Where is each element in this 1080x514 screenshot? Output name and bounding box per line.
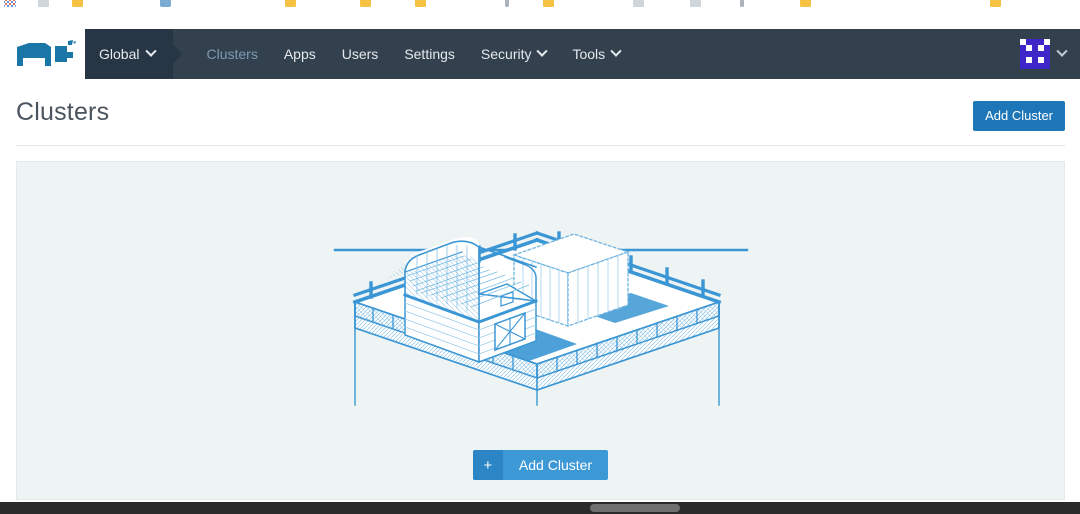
context-switcher[interactable]: Global	[85, 29, 183, 79]
context-switcher-label: Global	[99, 46, 140, 62]
nav-link-apps[interactable]: Apps	[271, 29, 329, 79]
nav-link-label: Users	[341, 46, 379, 62]
user-menu[interactable]	[1020, 29, 1068, 79]
apps-grid-icon	[4, 0, 16, 7]
nav-link-security[interactable]: Security	[468, 29, 560, 79]
bookmark-doc-icon	[690, 0, 701, 7]
page-header: Clusters Add Cluster	[0, 79, 1080, 146]
nav-link-tools[interactable]: Tools	[559, 29, 633, 79]
bookmark-item[interactable]	[990, 0, 1001, 8]
bookmark-item[interactable]	[505, 0, 509, 8]
divider-icon	[505, 0, 509, 7]
bookmark-item[interactable]	[800, 0, 811, 8]
bookmark-item[interactable]	[690, 0, 701, 8]
window-bottom-bar	[0, 502, 1080, 514]
blue-bookmark-icon	[160, 0, 171, 7]
folder-icon	[415, 0, 426, 7]
rancher-cow-logo[interactable]	[15, 40, 77, 69]
folder-icon	[800, 0, 811, 7]
bookmark-item[interactable]	[740, 0, 744, 8]
nav-link-label: Clusters	[206, 46, 258, 62]
bookmark-item[interactable]	[72, 0, 83, 8]
add-cluster-button-cta[interactable]: + Add Cluster	[472, 450, 609, 480]
bookmark-item[interactable]	[360, 0, 371, 8]
chevron-down-icon	[536, 45, 549, 57]
nav-link-label: Security	[480, 46, 532, 62]
bookmark-item[interactable]	[4, 0, 16, 8]
top-navigation-bar: Global Clusters Apps Users Settings Secu…	[0, 29, 1080, 79]
nav-link-label: Tools	[572, 46, 606, 62]
browser-bookmarks-bar[interactable]	[0, 0, 1080, 12]
add-cluster-cta-label: Add Cluster	[518, 457, 593, 473]
page-left-gutter	[0, 146, 16, 502]
horizontal-scrollbar-thumb[interactable]	[590, 504, 680, 512]
empty-state-cta: + Add Cluster	[17, 450, 1064, 480]
nav-link-label: Apps	[283, 46, 316, 62]
nav-link-settings[interactable]: Settings	[391, 29, 468, 79]
nav-link-users[interactable]: Users	[329, 29, 392, 79]
folder-icon	[543, 0, 554, 7]
header-divider	[16, 145, 1065, 146]
nav-link-clusters[interactable]: Clusters	[193, 29, 270, 79]
folder-icon	[285, 0, 296, 7]
chevron-down-icon	[610, 45, 622, 57]
folder-icon	[72, 0, 83, 7]
divider-icon	[740, 0, 744, 7]
empty-state-panel: + Add Cluster	[16, 161, 1065, 500]
bookmark-item[interactable]	[415, 0, 426, 8]
empty-state-barn-illustration	[331, 202, 751, 437]
bookmark-item[interactable]	[543, 0, 554, 8]
nav-links: Clusters Apps Users Settings Security To…	[193, 29, 633, 79]
folder-icon	[990, 0, 1001, 7]
bookmark-item[interactable]	[633, 0, 644, 8]
bookmark-item[interactable]	[285, 0, 296, 8]
chevron-down-icon	[145, 45, 158, 57]
chevron-down-icon	[1056, 45, 1068, 57]
bookmark-item[interactable]	[38, 0, 49, 8]
add-cluster-button-header[interactable]: Add Cluster	[973, 101, 1065, 131]
nav-link-label: Settings	[404, 46, 455, 62]
bookmark-doc-icon	[633, 0, 644, 7]
plus-icon: +	[472, 450, 503, 480]
folder-icon	[360, 0, 371, 7]
nav-bar-inner: Global Clusters Apps Users Settings Secu…	[85, 29, 1080, 79]
bookmark-item[interactable]	[160, 0, 171, 8]
user-identicon-avatar	[1020, 39, 1050, 69]
page-title: Clusters	[16, 98, 110, 126]
bookmark-doc-icon	[38, 0, 49, 7]
